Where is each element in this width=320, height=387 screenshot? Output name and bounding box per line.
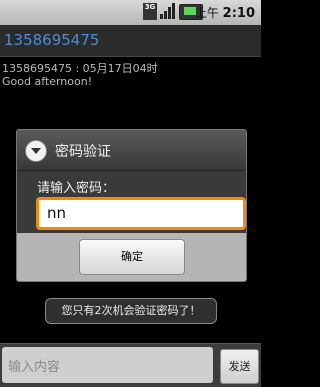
dialog-down-arrow-icon [25,140,47,162]
confirm-button[interactable]: 确定 [79,239,185,275]
dialog-footer: 确定 [17,233,246,281]
time-value: 2:10 [222,6,255,21]
message-input[interactable]: 输入内容 [2,347,213,383]
message-meta: 1358695475 : 05月17日04时 [2,62,158,75]
password-input[interactable]: nn [36,197,246,230]
dialog-title: 密码验证 [55,144,111,160]
send-button[interactable]: 发送 [220,349,259,384]
toast-message: 您只有2次机会验证密码了！ [45,298,217,324]
dialog-header: 密码验证 [17,130,246,171]
compose-bar: 输入内容 发送 [0,343,261,387]
conversation-header: 1358695475 [0,25,261,57]
password-dialog: 密码验证 请输入密码： nn 确定 [16,129,247,282]
time-prefix: 上午 [194,6,219,20]
network-3g-icon: 3G [143,3,157,20]
password-prompt: 请输入密码： [37,181,116,196]
message-input-placeholder: 输入内容 [8,360,61,375]
contact-number: 1358695475 [4,31,100,49]
status-time: 上午 2:10 [195,4,255,21]
signal-icon [160,3,176,20]
message-text: Good afternoon! [2,75,93,88]
status-bar: 3G 上午 2:10 [0,0,261,25]
